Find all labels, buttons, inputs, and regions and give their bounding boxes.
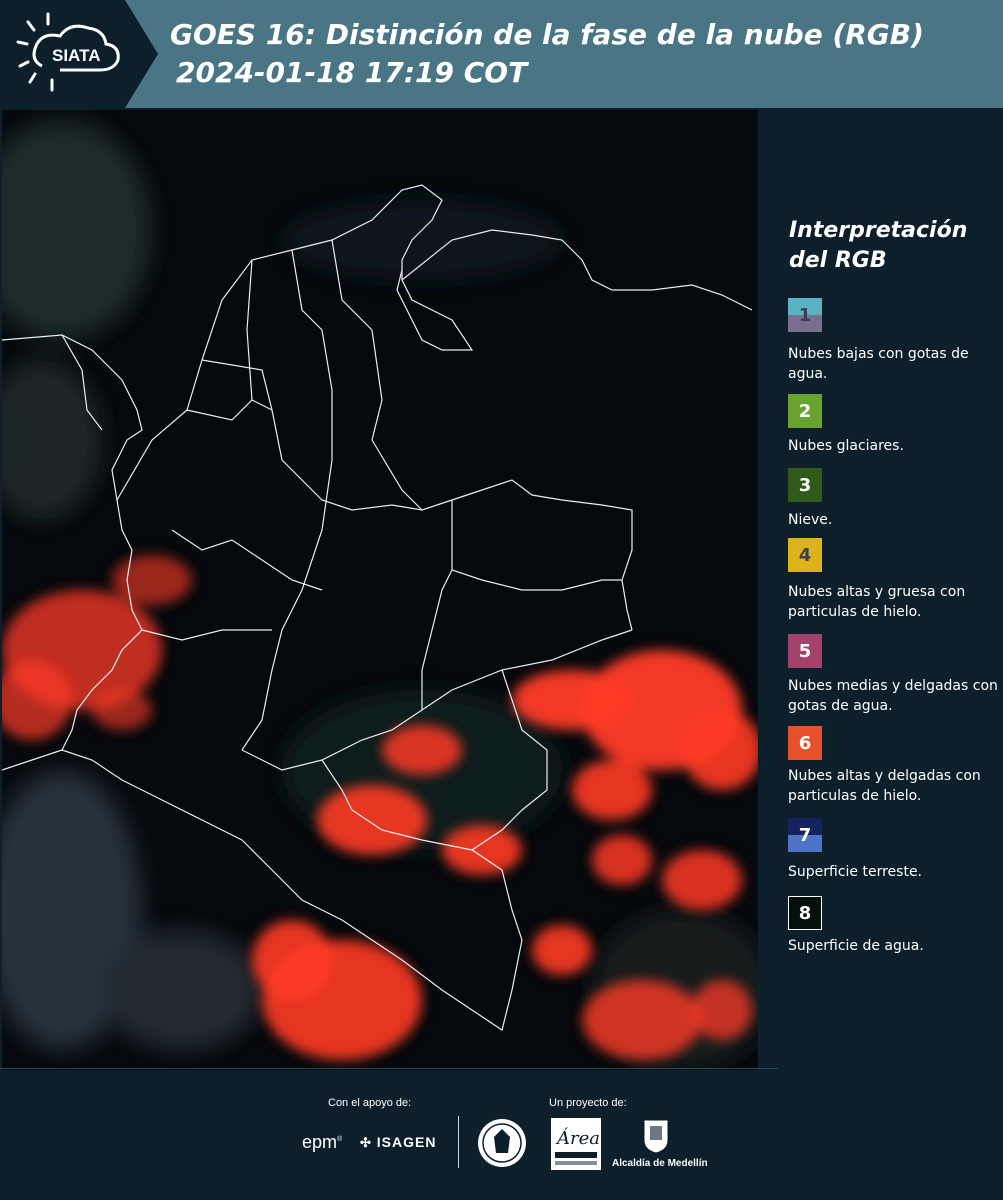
legend-swatch-8: 8: [788, 896, 822, 930]
legend-label-4: Nubes altas y gruesa con particulas de h…: [788, 584, 966, 620]
map-canvas: [2, 110, 758, 1070]
satellite-map: [2, 110, 758, 1070]
legend-number-7: 7: [798, 824, 812, 846]
legend-swatch-7: 7: [788, 818, 822, 852]
legend-swatch-6: 6: [788, 726, 822, 760]
footer-divider: [458, 1116, 459, 1168]
legend-swatch-4: 4: [788, 538, 822, 572]
legend-swatch-2: 2: [788, 394, 822, 428]
legend-label-6: Nubes altas y delgadas con particulas de…: [788, 768, 981, 804]
legend-swatch-5: 5: [788, 634, 822, 668]
footer-separator: [0, 1068, 778, 1069]
alcaldia-shield-icon: [643, 1119, 669, 1154]
legend-swatch-1: 1: [788, 298, 822, 332]
legend-panel: Interpretación del RGB 1 Nubes bajas con…: [760, 110, 1003, 1070]
legend-number-2: 2: [798, 400, 812, 422]
legend-label-3: Nieve.: [788, 512, 833, 528]
legend-number-1: 1: [798, 304, 812, 326]
alcaldia-label: Alcaldía de Medellín: [612, 1158, 708, 1169]
isagen-logo: ✣ ISAGEN: [360, 1134, 437, 1150]
legend-number-4: 4: [798, 544, 812, 566]
project-label: Un proyecto de:: [549, 1097, 627, 1109]
seal-logo: [478, 1119, 526, 1167]
epm-logo: epm®: [302, 1132, 343, 1152]
legend-number-6: 6: [798, 732, 812, 754]
legend-label-8: Superficie de agua.: [788, 938, 924, 954]
legend-label-2: Nubes glaciares.: [788, 438, 904, 454]
siata-brand-text: SIATA: [52, 46, 101, 65]
isagen-mark-icon: ✣: [360, 1135, 372, 1150]
legend-number-3: 3: [798, 474, 812, 496]
support-label: Con el apoyo de:: [328, 1097, 412, 1109]
legend-number-5: 5: [798, 640, 812, 662]
legend-label-5: Nubes medias y delgadas con gotas de agu…: [788, 678, 998, 714]
area-metropolitana-logo: Área: [551, 1118, 601, 1170]
legend-number-8: 8: [798, 902, 812, 924]
legend-title: Interpretación del RGB: [789, 218, 968, 273]
legend-label-7: Superficie terreste.: [788, 864, 923, 880]
legend-label-1: Nubes bajas con gotas de agua.: [788, 346, 969, 382]
page-title: GOES 16: Distinción de la fase de la nub…: [170, 18, 924, 51]
page-timestamp: 2024-01-18 17:19 COT: [176, 56, 528, 89]
legend-swatch-3: 3: [788, 468, 822, 502]
svg-text:Área: Área: [555, 1126, 600, 1149]
